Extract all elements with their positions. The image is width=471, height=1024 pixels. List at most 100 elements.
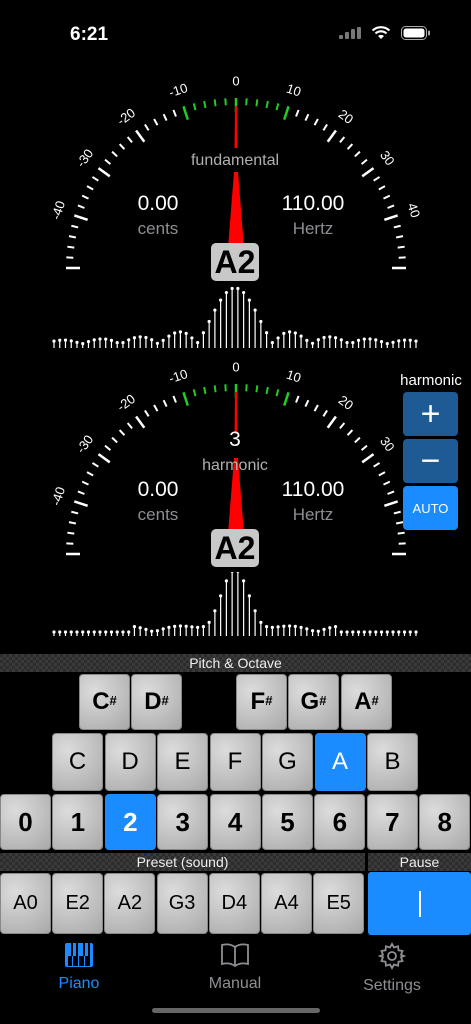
fundamental-scale-tick [383,214,399,221]
harmonic-spectrum-peak [224,579,228,583]
note-key-e[interactable]: E [157,733,208,791]
sharp-key-d[interactable]: D # [131,674,182,730]
harmonic-spectrum-peak [362,630,366,634]
fundamental-hertz-value: 110.00 [281,192,345,215]
fundamental-spectrum-peak [104,337,108,341]
octave-key-0[interactable]: 0 [0,794,51,850]
sharp-key-f[interactable]: F # [236,674,287,730]
note-key-f-label: F [227,748,243,775]
sharp-key-c-label: C [92,688,110,715]
note-key-d[interactable]: D [104,733,156,791]
harmonic-scale-tick [339,422,346,430]
harmonic-spectrum-peak [242,579,246,583]
fundamental-spectrum-peak [184,331,188,335]
harmonic-scale-tick [67,531,75,535]
harmonic-spectrum-peak [63,630,68,634]
harmonic-spectrum-peak [58,630,62,634]
sharp-key-c[interactable]: C # [79,674,130,730]
harmonic-spectrum-peak [391,630,395,634]
octave-key-2[interactable]: 2 [104,794,156,850]
harmonic-scale-tick [71,510,79,515]
octave-key-6[interactable]: 6 [314,794,366,850]
fundamental-spectrum-peak [385,342,389,346]
preset-key-e5[interactable]: E5 [313,873,365,934]
preset-key-e2[interactable]: E2 [52,873,104,934]
preset-key-g3[interactable]: G3 [156,873,208,934]
tab-manual[interactable]: Manual [180,942,290,993]
preset-key-a2[interactable]: A2 [104,873,156,934]
harmonic-spectrum-peak [109,630,114,634]
fundamental-spectrum-peak [86,339,91,344]
harmonic-scale-tick [326,415,337,429]
octave-key-2-label: 2 [123,806,138,837]
sharp-key-d-label: D [144,688,162,715]
note-key-b[interactable]: B [367,733,418,791]
harmonic-scale-tick [111,436,118,444]
harmonic-scale-tick [275,389,280,397]
harmonic-scale-tick [162,399,168,407]
harmonic-spectrum-peak [287,624,292,628]
fundamental-spectrum-peak [397,339,401,343]
preset-key-d4-label: D4 [221,892,248,914]
octave-key-1[interactable]: 1 [52,794,104,850]
harmonic-spectrum-peak [132,624,137,629]
fundamental-spectrum-peak [345,340,349,345]
tab-settings[interactable]: Settings [337,942,447,995]
preset-key-d4[interactable]: D4 [208,873,260,934]
harmonic-scale-tick [395,521,404,525]
fundamental-spectrum-peak [196,340,200,345]
fundamental-scale-tick [182,105,189,121]
fundamental-scale-tick [91,176,99,182]
pause-button[interactable] [368,872,471,935]
harmonic-spectrum-peak [305,627,309,631]
harmonic-scale-tick [397,531,405,535]
sharp-key-f-label: F [250,688,266,715]
note-key-c[interactable]: C [52,733,103,791]
preset-key-a4[interactable]: A4 [261,873,312,934]
octave-key-3-label: 3 [175,806,190,837]
harmonic-plus-button[interactable]: + [403,392,458,436]
octave-key-5[interactable]: 5 [262,794,313,850]
note-key-a[interactable]: A [314,733,366,791]
sharp-key-a[interactable]: A # [341,674,392,730]
harmonic-panel-title: harmonic [400,372,462,389]
status-time: 6:21 [70,24,109,45]
harmonic-scale-tick [77,490,85,495]
harmonic-spectrum-peak [351,630,355,634]
status-bar: 6:21 [0,0,471,60]
harmonic-auto-button[interactable]: AUTO [403,486,458,530]
note-key-g[interactable]: G [262,733,313,791]
preset-key-a0[interactable]: A0 [0,873,51,934]
fundamental-scale-tick [67,245,75,249]
fundamental-scale-tick [275,103,280,111]
harmonic-scale-label: 20 [336,392,357,413]
note-key-a-label: A [331,748,348,775]
fundamental-scale-label: -30 [73,146,96,170]
harmonic-hertz-value: 110.00 [281,478,345,501]
harmonic-spectrum-peak [345,630,349,634]
fundamental-spectrum-peak [207,319,211,324]
harmonic-scale-tick [322,409,328,417]
octave-key-8[interactable]: 8 [419,794,471,850]
fundamental-spectrum-peak [161,338,165,342]
harmonic-minus-button[interactable]: − [403,439,458,483]
octave-key-7[interactable]: 7 [366,794,418,850]
sharp-key-g[interactable]: G # [288,674,339,730]
harmonic-spectrum-peak [385,630,389,634]
fundamental-cents-value: 0.00 [137,192,179,215]
octave-key-0-label: 0 [18,806,33,837]
harmonic-number: 3 [229,428,241,451]
tab-piano[interactable]: Piano [24,942,134,993]
octave-key-4[interactable]: 4 [209,794,261,850]
fundamental-scale-tick [77,204,85,209]
fundamental-meter: -40 -30 -20 -10 0 10 20 30 40 fundamental 0.00 c… [0,72,471,362]
harmonic-spectrum-peak [322,627,326,631]
book-icon [221,943,249,968]
harmonic-scale-tick [213,385,217,393]
octave-key-3[interactable]: 3 [157,794,209,850]
harmonic-spectrum-peak [52,630,56,634]
preset-key-e2-label: E2 [65,892,90,914]
preset-key-e5-label: E5 [326,892,351,914]
note-key-f[interactable]: F [209,733,261,791]
harmonic-spectrum-peak [144,627,148,631]
